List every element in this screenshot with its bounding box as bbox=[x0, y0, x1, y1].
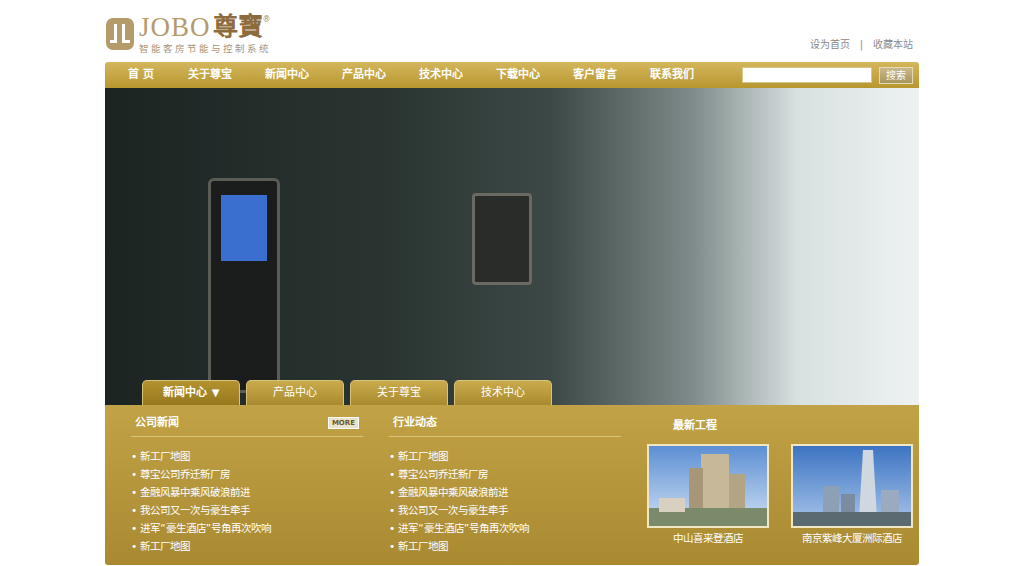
news-column: 公司新闻MORE•新工厂地图•尊宝公司乔迁新厂房•金融风暴中乘风破浪前进•我公司… bbox=[131, 413, 363, 559]
bullet: • bbox=[389, 504, 395, 516]
link-separator: | bbox=[860, 37, 863, 52]
main-nav: 首 页关于尊宝新闻中心产品中心技术中心下载中心客户留言联系我们 搜索 bbox=[105, 62, 919, 88]
bullet: • bbox=[131, 504, 137, 516]
bullet: • bbox=[131, 486, 137, 498]
nav-item[interactable]: 客户留言 bbox=[556, 67, 633, 84]
news-item[interactable]: •金融风暴中乘风破浪前进 bbox=[131, 483, 363, 501]
nav-item[interactable]: 下载中心 bbox=[479, 67, 556, 84]
news-item[interactable]: •进军“豪生酒店”号角再次吹响 bbox=[131, 519, 363, 537]
news-item[interactable]: •新工厂地图 bbox=[131, 537, 363, 555]
registered-mark: ® bbox=[263, 14, 271, 26]
search-box: 搜索 bbox=[742, 67, 913, 84]
logo-brand: JOBO bbox=[139, 14, 211, 41]
news-title[interactable]: 新工厂地图 bbox=[140, 450, 190, 462]
news-item[interactable]: •尊宝公司乔迁新厂房 bbox=[389, 465, 621, 483]
news-item[interactable]: •进军“豪生酒店”号角再次吹响 bbox=[389, 519, 621, 537]
news-item[interactable]: •新工厂地图 bbox=[131, 447, 363, 465]
news-title[interactable]: 金融风暴中乘风破浪前进 bbox=[140, 486, 250, 498]
news-title[interactable]: 尊宝公司乔迁新厂房 bbox=[140, 468, 230, 480]
news-item[interactable]: •尊宝公司乔迁新厂房 bbox=[131, 465, 363, 483]
news-title[interactable]: 进军“豪生酒店”号角再次吹响 bbox=[398, 522, 529, 534]
news-title[interactable]: 尊宝公司乔迁新厂房 bbox=[398, 468, 488, 480]
news-title[interactable]: 新工厂地图 bbox=[140, 540, 190, 552]
tab-label: 关于尊宝 bbox=[377, 386, 421, 399]
project-caption[interactable]: 南京紫峰大厦洲际酒店 bbox=[791, 531, 913, 547]
news-title[interactable]: 我公司又一次与豪生牵手 bbox=[140, 504, 250, 516]
more-button[interactable]: MORE bbox=[328, 417, 359, 429]
column-title: 行业动态 bbox=[393, 415, 437, 432]
column-title: 最新工程 bbox=[647, 413, 913, 435]
news-title[interactable]: 金融风暴中乘风破浪前进 bbox=[398, 486, 508, 498]
banner-photo: 新闻中心 ▼ 产品中心 关于尊宝 技术中心 bbox=[105, 88, 919, 405]
bookmark-link[interactable]: 收藏本站 bbox=[873, 37, 913, 52]
project-photo bbox=[647, 444, 769, 528]
column-title: 公司新闻 bbox=[135, 415, 179, 432]
bullet: • bbox=[131, 450, 137, 462]
bullet: • bbox=[389, 540, 395, 552]
industry-column: 行业动态•新工厂地图•尊宝公司乔迁新厂房•金融风暴中乘风破浪前进•我公司又一次与… bbox=[389, 413, 621, 559]
top-links: 设为首页 | 收藏本站 bbox=[810, 37, 913, 54]
banner-tab[interactable]: 关于尊宝 bbox=[350, 380, 448, 406]
column-header: 行业动态 bbox=[389, 413, 621, 437]
logo[interactable]: JOBO尊寶® 智能客房节能与控制系统 bbox=[105, 14, 271, 54]
bullet: • bbox=[131, 522, 137, 534]
tab-label: 产品中心 bbox=[273, 386, 317, 399]
news-item[interactable]: •我公司又一次与豪生牵手 bbox=[131, 501, 363, 519]
header: JOBO尊寶® 智能客房节能与控制系统 设为首页 | 收藏本站 bbox=[105, 0, 919, 62]
search-button[interactable]: 搜索 bbox=[879, 67, 913, 84]
tab-label: 技术中心 bbox=[481, 386, 525, 399]
tab-label: 新闻中心 bbox=[163, 386, 207, 399]
column-header: 公司新闻 MORE bbox=[131, 413, 363, 437]
project-list: 中山喜来登酒店 南京紫峰大厦洲际酒店 bbox=[647, 444, 913, 547]
news-list: •新工厂地图•尊宝公司乔迁新厂房•金融风暴中乘风破浪前进•我公司又一次与豪生牵手… bbox=[389, 447, 621, 555]
project-photo bbox=[791, 444, 913, 528]
search-input[interactable] bbox=[742, 67, 872, 83]
nav-item[interactable]: 关于尊宝 bbox=[171, 67, 248, 84]
info-panel: 公司新闻MORE•新工厂地图•尊宝公司乔迁新厂房•金融风暴中乘风破浪前进•我公司… bbox=[105, 405, 919, 565]
panel-screen bbox=[221, 195, 267, 261]
logo-subtitle: 智能客房节能与控制系统 bbox=[139, 43, 271, 54]
news-item[interactable]: •我公司又一次与豪生牵手 bbox=[389, 501, 621, 519]
logo-icon bbox=[105, 17, 135, 51]
control-panel-photo bbox=[208, 178, 280, 393]
news-title[interactable]: 新工厂地图 bbox=[398, 540, 448, 552]
page: JOBO尊寶®智能客房节能与控制系统设为首页|收藏本站首 页关于尊宝新闻中心产品… bbox=[105, 0, 919, 565]
news-item[interactable]: •新工厂地图 bbox=[389, 537, 621, 555]
news-item[interactable]: •金融风暴中乘风破浪前进 bbox=[389, 483, 621, 501]
news-title[interactable]: 进军“豪生酒店”号角再次吹响 bbox=[140, 522, 271, 534]
bullet: • bbox=[389, 486, 395, 498]
nav-item[interactable]: 联系我们 bbox=[633, 67, 710, 84]
banner-tabs: 新闻中心 ▼ 产品中心 关于尊宝 技术中心 bbox=[142, 380, 552, 406]
projects-column: 最新工程中山喜来登酒店 南京紫峰大厦洲际酒店 bbox=[647, 413, 913, 559]
bullet: • bbox=[389, 450, 395, 462]
news-title[interactable]: 我公司又一次与豪生牵手 bbox=[398, 504, 508, 516]
news-list: •新工厂地图•尊宝公司乔迁新厂房•金融风暴中乘风破浪前进•我公司又一次与豪生牵手… bbox=[131, 447, 363, 555]
bullet: • bbox=[131, 540, 137, 552]
dropdown-arrow-icon: ▼ bbox=[212, 387, 220, 398]
nav-item[interactable]: 新闻中心 bbox=[248, 67, 325, 84]
bullet: • bbox=[389, 522, 395, 534]
news-title[interactable]: 新工厂地图 bbox=[398, 450, 448, 462]
shower-plate-photo bbox=[472, 193, 532, 285]
news-item[interactable]: •新工厂地图 bbox=[389, 447, 621, 465]
set-homepage-link[interactable]: 设为首页 bbox=[810, 37, 850, 52]
logo-text: JOBO尊寶® 智能客房节能与控制系统 bbox=[139, 14, 271, 54]
logo-title: JOBO尊寶® bbox=[139, 14, 271, 41]
project-card[interactable]: 南京紫峰大厦洲际酒店 bbox=[791, 444, 913, 547]
banner-tab[interactable]: 新闻中心 ▼ bbox=[142, 380, 240, 406]
nav-item[interactable]: 产品中心 bbox=[325, 67, 402, 84]
project-card[interactable]: 中山喜来登酒店 bbox=[647, 444, 769, 547]
logo-brand-cn: 尊寶 bbox=[213, 14, 263, 39]
project-caption[interactable]: 中山喜来登酒店 bbox=[647, 531, 769, 547]
banner-tab[interactable]: 产品中心 bbox=[246, 380, 344, 406]
banner-tab[interactable]: 技术中心 bbox=[454, 380, 552, 406]
nav-item[interactable]: 技术中心 bbox=[402, 67, 479, 84]
bullet: • bbox=[131, 468, 137, 480]
nav-item[interactable]: 首 页 bbox=[111, 67, 171, 84]
bullet: • bbox=[389, 468, 395, 480]
